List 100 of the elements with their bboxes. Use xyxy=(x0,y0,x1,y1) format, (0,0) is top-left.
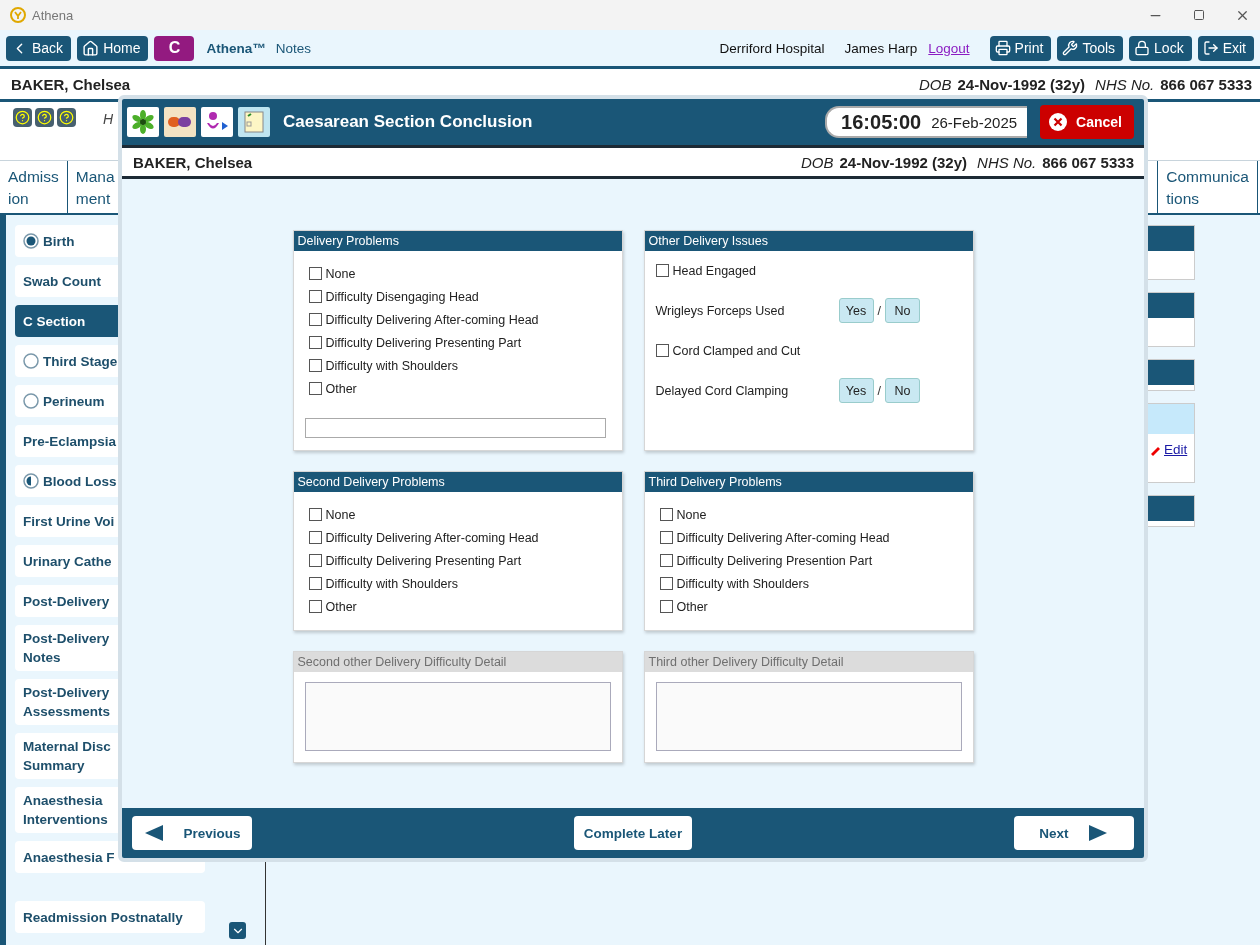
toolbar-button[interactable]: Exit xyxy=(1197,35,1254,61)
nhs-label: NHS No. xyxy=(1095,75,1155,93)
window-title: Athena xyxy=(32,7,74,23)
checkbox-label: None xyxy=(325,507,356,522)
checkbox-label: Difficulty Delivering After-coming Head xyxy=(325,312,539,327)
checkbox[interactable] xyxy=(655,264,669,277)
app-name: Athena™ xyxy=(206,40,266,56)
checkbox[interactable] xyxy=(308,508,322,521)
panel-header xyxy=(1147,360,1194,385)
close-circle-icon xyxy=(1048,112,1069,132)
checkbox-label: Cord Clamped and Cut xyxy=(672,343,801,358)
date-text: 26-Feb-2025 xyxy=(931,113,1018,131)
nhs-number: 866 067 5333 xyxy=(1160,75,1252,93)
patient-name: BAKER, Chelsea xyxy=(11,75,131,93)
card-header: Second Delivery Problems xyxy=(293,472,622,492)
dialog-title: Caesarean Section Conclusion xyxy=(283,112,533,132)
checkbox-label: Difficulty with Shoulders xyxy=(676,576,809,591)
checkbox[interactable] xyxy=(659,531,673,544)
hospital-name: Derriford Hospital xyxy=(719,40,825,56)
checkbox[interactable] xyxy=(308,600,322,613)
panel-header xyxy=(1147,293,1194,318)
edit-link[interactable]: Edit xyxy=(1164,442,1188,457)
right-triangle-icon xyxy=(1088,824,1109,842)
checkbox-label: Other xyxy=(676,599,708,614)
lock-icon xyxy=(1134,40,1151,56)
choice-button[interactable]: No xyxy=(885,298,920,323)
checkbox-label: Other xyxy=(325,599,357,614)
left-triangle-icon xyxy=(143,824,164,842)
checkbox[interactable] xyxy=(308,382,322,395)
checkbox[interactable] xyxy=(308,336,322,349)
toolbar-button[interactable]: Tools xyxy=(1057,35,1124,61)
checkbox[interactable] xyxy=(308,531,322,544)
help-icon[interactable] xyxy=(13,108,32,127)
pill-icon[interactable] xyxy=(164,107,196,137)
time-text: 16:05:00 xyxy=(841,110,922,134)
scroll-down-button[interactable] xyxy=(229,922,246,939)
sidebar-item[interactable]: Readmission Postnatally xyxy=(15,901,205,933)
nhs-label: NHS No. xyxy=(977,153,1037,171)
choice-button[interactable]: No xyxy=(885,378,920,403)
checkbox-label: None xyxy=(325,266,356,281)
cancel-button[interactable]: Cancel xyxy=(1040,105,1134,139)
checkbox-label: Difficulty Delivering After-coming Head xyxy=(676,530,890,545)
checkbox[interactable] xyxy=(308,267,322,280)
flower-icon[interactable] xyxy=(127,107,159,137)
user-name: James Harp xyxy=(844,40,918,56)
checkbox-label: Other xyxy=(325,381,357,396)
logout-link[interactable]: Logout xyxy=(928,40,970,56)
dob-value: 24-Nov-1992 (32y) xyxy=(957,75,1086,93)
toolbar-button[interactable]: Lock xyxy=(1129,35,1192,61)
checkbox[interactable] xyxy=(308,359,322,372)
toolbar-button[interactable]: Back xyxy=(6,35,72,61)
patient-name: BAKER, Chelsea xyxy=(133,153,253,171)
checkbox[interactable] xyxy=(659,554,673,567)
input-field[interactable] xyxy=(304,418,606,438)
question-label: Delayed Cord Clamping xyxy=(655,383,790,398)
checkbox-label: Difficulty Disengaging Head xyxy=(325,289,479,304)
toolbar-button[interactable]: Home xyxy=(77,35,149,61)
separator-text: / xyxy=(877,383,881,398)
previous-button[interactable]: Previous xyxy=(132,816,252,850)
printer-icon xyxy=(994,40,1011,56)
next-button[interactable]: Next xyxy=(1014,816,1134,850)
header-note: H xyxy=(103,111,114,127)
toolbar-button[interactable]: Print xyxy=(989,35,1052,61)
checkbox-label: None xyxy=(676,507,707,522)
app-logo-icon xyxy=(10,7,26,23)
help-icon[interactable] xyxy=(57,108,76,127)
dob-label: DOB xyxy=(800,153,834,171)
panel-header xyxy=(1147,496,1194,521)
maximize-icon[interactable] xyxy=(1193,9,1205,21)
complete-later-button[interactable]: Complete Later xyxy=(573,816,693,850)
checkbox[interactable] xyxy=(308,554,322,567)
checkbox[interactable] xyxy=(659,508,673,521)
checkbox-label: Difficulty Delivering After-coming Head xyxy=(325,530,539,545)
dob-label: DOB xyxy=(918,75,952,93)
checkbox-label: Difficulty with Shoulders xyxy=(325,576,458,591)
panel-header xyxy=(1147,404,1194,434)
card-header: Delivery Problems xyxy=(293,231,622,251)
checkbox[interactable] xyxy=(308,290,322,303)
home-icon xyxy=(82,39,100,57)
question-label: Wrigleys Forceps Used xyxy=(655,303,786,318)
wrench-icon xyxy=(1062,40,1079,56)
app-subtitle: Notes xyxy=(275,40,312,56)
separator-text: / xyxy=(877,303,881,318)
checkbox[interactable] xyxy=(659,577,673,590)
card-header: Second other Delivery Difficulty Detail xyxy=(293,652,622,672)
checkbox-label: Difficulty Delivering Presenting Part xyxy=(325,553,522,568)
help-icon[interactable] xyxy=(35,108,54,127)
checkbox[interactable] xyxy=(655,344,669,357)
card-header: Third Delivery Problems xyxy=(644,472,973,492)
checkbox-label: Difficulty Delivering Presention Part xyxy=(676,553,873,568)
panel-header xyxy=(1147,226,1194,251)
choice-button[interactable]: Yes xyxy=(838,378,874,403)
checkbox[interactable] xyxy=(308,313,322,326)
choice-button[interactable]: Yes xyxy=(838,298,874,323)
card-header: Third other Delivery Difficulty Detail xyxy=(644,652,973,672)
module-badge[interactable]: C xyxy=(154,35,195,61)
checkbox[interactable] xyxy=(659,600,673,613)
card-header: Other Delivery Issues xyxy=(644,231,973,251)
checkbox[interactable] xyxy=(308,577,322,590)
nhs-number: 866 067 5333 xyxy=(1042,153,1134,171)
